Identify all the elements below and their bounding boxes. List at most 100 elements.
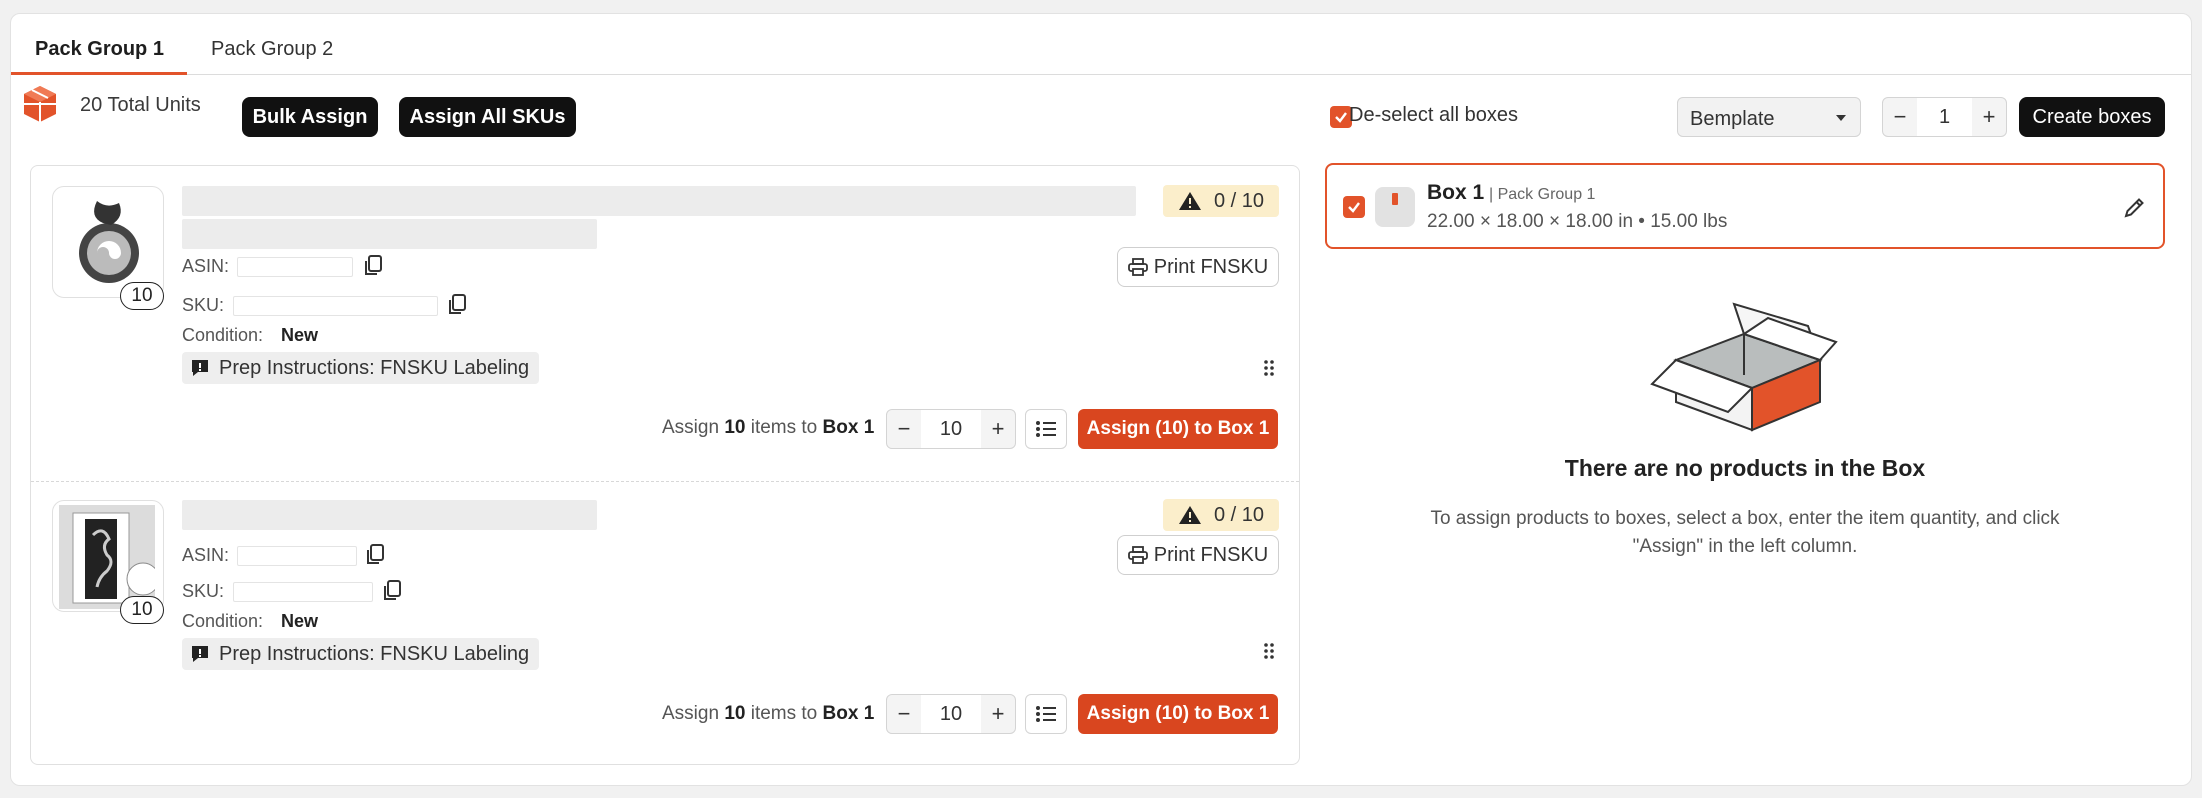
- pencil-edit-icon[interactable]: [2123, 195, 2147, 219]
- box-card-1[interactable]: Box 1 | Pack Group 1 22.00 × 18.00 × 18.…: [1325, 163, 2165, 249]
- print-fnsku-label: Print FNSKU: [1153, 543, 1269, 566]
- active-tab-indicator: [11, 72, 187, 75]
- copy-icon[interactable]: [447, 294, 467, 316]
- drag-handle-icon[interactable]: [1263, 642, 1275, 660]
- dragon-banner-image: [59, 505, 155, 609]
- copy-icon[interactable]: [365, 544, 385, 566]
- assign-summary: Assign 10 items to Box 1: [662, 703, 874, 725]
- box-select-checkbox[interactable]: [1343, 196, 1365, 218]
- prep-instructions-tag: Prep Instructions: FNSKU Labeling: [182, 638, 540, 670]
- product-title-placeholder: [182, 186, 1136, 216]
- print-fnsku-label: Print FNSKU: [1153, 255, 1269, 278]
- assign-box: Box 1: [822, 417, 875, 438]
- assign-qty: 10: [724, 417, 746, 438]
- increment-button[interactable]: +: [981, 410, 1015, 448]
- box-tag-icon: [1392, 193, 1398, 205]
- tab-pack-group-1[interactable]: Pack Group 1: [35, 38, 164, 61]
- product-title-placeholder: [182, 500, 597, 530]
- increment-button[interactable]: +: [981, 695, 1015, 733]
- assigned-progress-text: 0 / 10: [1213, 189, 1265, 212]
- assign-qty: 10: [724, 703, 746, 724]
- assign-box: Box 1: [822, 703, 875, 724]
- tab-pack-group-2[interactable]: Pack Group 2: [211, 38, 333, 61]
- box-list-button[interactable]: [1025, 694, 1067, 734]
- sku-label: SKU:: [182, 295, 225, 315]
- alert-message-icon: [192, 646, 208, 662]
- assigned-progress-badge: 0 / 10: [1163, 499, 1279, 531]
- warning-icon: [1178, 506, 1201, 524]
- print-fnsku-button[interactable]: Print FNSKU: [1117, 247, 1279, 287]
- condition-value: New: [281, 325, 319, 345]
- create-boxes-button[interactable]: Create boxes: [2019, 97, 2165, 137]
- asin-value-placeholder: [237, 257, 353, 277]
- asin-label: ASIN:: [182, 256, 230, 276]
- box-title: Box 1: [1427, 181, 1485, 204]
- box-count-value[interactable]: 1: [1917, 98, 1972, 136]
- condition-label: Condition:: [182, 325, 264, 345]
- alert-message-icon: [192, 360, 208, 376]
- product-thumbnail: 10: [52, 186, 164, 310]
- list-icon: [1036, 706, 1056, 722]
- row-divider: [31, 481, 1299, 482]
- tab-bar: Pack Group 1 Pack Group 2: [11, 14, 2191, 75]
- product-thumbnail: 10: [52, 500, 164, 624]
- assign-mid: items to: [750, 417, 818, 438]
- quantity-badge: 10: [120, 282, 164, 310]
- assign-qty-stepper[interactable]: − 10 +: [886, 409, 1016, 449]
- assign-qty-value[interactable]: 10: [921, 695, 981, 733]
- assign-qty-value[interactable]: 10: [921, 410, 981, 448]
- decrement-button[interactable]: −: [887, 695, 921, 733]
- boxes-icon: [24, 86, 56, 122]
- assign-all-skus-button[interactable]: Assign All SKUs: [399, 97, 576, 137]
- decrement-button[interactable]: −: [887, 410, 921, 448]
- empty-box-illustration: [1650, 302, 1838, 432]
- product-subtitle-placeholder: [182, 219, 597, 249]
- product-list: [30, 165, 1300, 765]
- condition-label: Condition:: [182, 611, 264, 631]
- copy-icon[interactable]: [363, 255, 383, 277]
- condition-value: New: [281, 611, 319, 631]
- assign-mid: items to: [750, 703, 818, 724]
- box-pack-group: | Pack Group 1: [1489, 186, 1596, 203]
- decrement-button[interactable]: −: [1883, 98, 1917, 136]
- assigned-progress-badge: 0 / 10: [1163, 185, 1279, 217]
- assign-to-box-button[interactable]: Assign (10) to Box 1: [1078, 694, 1278, 734]
- assign-summary: Assign 10 items to Box 1: [662, 417, 874, 439]
- box-count-stepper[interactable]: − 1 +: [1882, 97, 2007, 137]
- assigned-progress-text: 0 / 10: [1213, 503, 1265, 526]
- dragon-emblem-image: [79, 201, 139, 283]
- box-list-button[interactable]: [1025, 409, 1067, 449]
- check-icon: [1335, 112, 1347, 123]
- caret-down-icon: [1836, 115, 1846, 121]
- assign-to-box-button[interactable]: Assign (10) to Box 1: [1078, 409, 1278, 449]
- print-fnsku-button[interactable]: Print FNSKU: [1117, 535, 1279, 575]
- asin-label: ASIN:: [182, 545, 230, 565]
- empty-desc-line-1: To assign products to boxes, select a bo…: [1430, 508, 2060, 529]
- quantity-badge: 10: [120, 596, 164, 624]
- copy-icon[interactable]: [382, 580, 402, 602]
- total-units: 20 Total Units: [80, 94, 201, 116]
- list-icon: [1036, 421, 1056, 437]
- template-select-value: Bemplate: [1690, 108, 1775, 130]
- prep-instructions-tag: Prep Instructions: FNSKU Labeling: [182, 352, 540, 384]
- sku-label: SKU:: [182, 581, 225, 601]
- asin-value-placeholder: [237, 546, 357, 566]
- assign-prefix: Assign: [662, 703, 720, 724]
- deselect-all-label: De-select all boxes: [1349, 104, 1518, 126]
- printer-icon: [1127, 546, 1148, 564]
- sku-value-placeholder: [233, 296, 438, 316]
- printer-icon: [1127, 258, 1148, 276]
- assign-prefix: Assign: [662, 417, 720, 438]
- sku-value-placeholder: [233, 582, 373, 602]
- assign-qty-stepper[interactable]: − 10 +: [886, 694, 1016, 734]
- box-thumbnail: [1375, 187, 1415, 227]
- drag-handle-icon[interactable]: [1263, 359, 1275, 377]
- increment-button[interactable]: +: [1972, 98, 2006, 136]
- bulk-assign-button[interactable]: Bulk Assign: [242, 97, 378, 137]
- empty-box-title: There are no products in the Box: [1564, 455, 1926, 481]
- template-select[interactable]: Bemplate: [1677, 97, 1861, 137]
- box-dimensions: 22.00 × 18.00 × 18.00 in • 15.00 lbs: [1427, 211, 1728, 232]
- prep-instructions-text: Prep Instructions: FNSKU Labeling: [219, 356, 530, 379]
- empty-box-description: To assign products to boxes, select a bo…: [1400, 505, 2090, 561]
- warning-icon: [1178, 192, 1201, 210]
